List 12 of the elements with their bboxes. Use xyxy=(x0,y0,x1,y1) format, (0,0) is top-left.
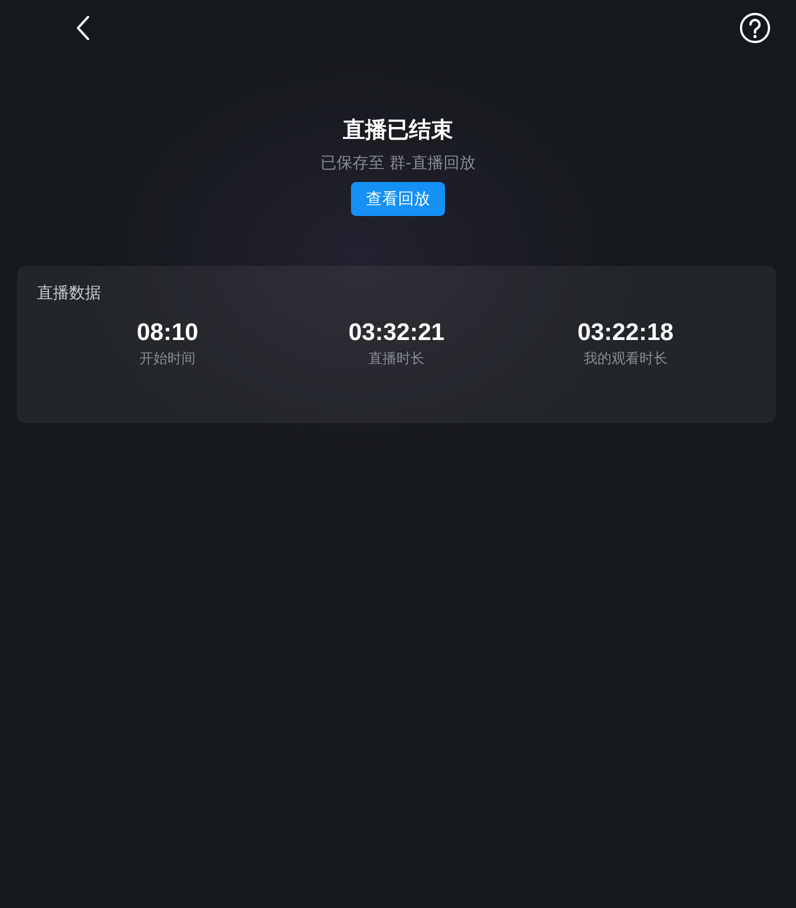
stat-label: 直播时长 xyxy=(368,350,424,368)
saved-location-text: 已保存至 群-直播回放 xyxy=(320,152,476,174)
stat-label: 开始时间 xyxy=(140,350,196,368)
stat-value: 08:10 xyxy=(136,318,198,348)
help-icon[interactable] xyxy=(739,12,771,44)
stat-value: 03:22:18 xyxy=(577,318,674,348)
view-replay-button[interactable]: 查看回放 xyxy=(351,182,445,216)
status-title: 直播已结束 xyxy=(343,117,453,145)
stat-label: 我的观看时长 xyxy=(584,350,668,368)
back-icon[interactable] xyxy=(76,15,90,41)
card-title: 直播数据 xyxy=(37,282,102,304)
stat-value: 03:32:21 xyxy=(348,318,445,348)
